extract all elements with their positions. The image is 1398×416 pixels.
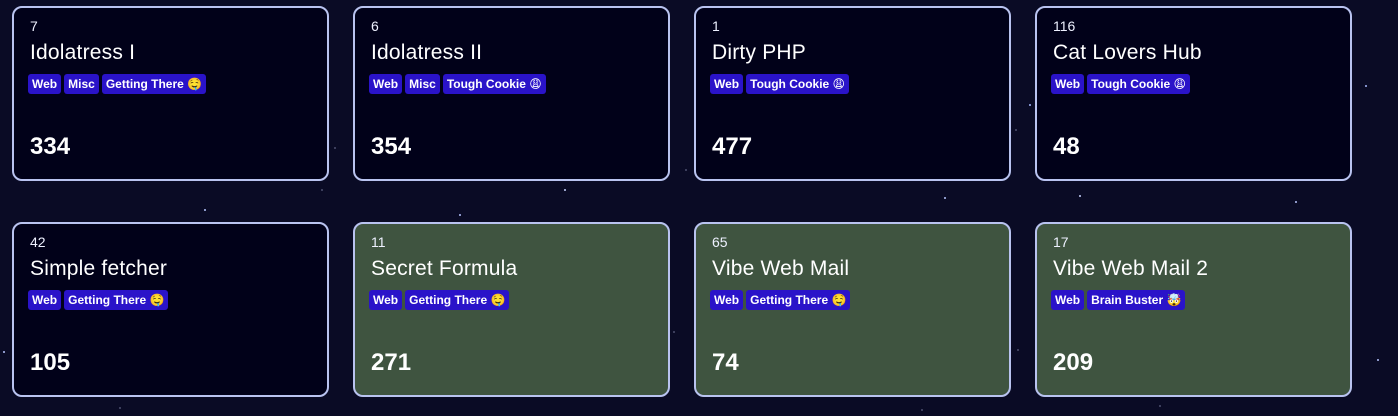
challenge-grid: 7 Idolatress I Web Misc Getting There 🤤 …	[12, 6, 1352, 397]
challenge-points: 334	[30, 133, 71, 160]
challenge-card-solved[interactable]: 11 Secret Formula Web Getting There 🤤 27…	[353, 222, 670, 397]
category-tag: Web	[369, 290, 403, 310]
difficulty-tag: Getting There 🤤	[64, 290, 169, 310]
challenge-card-solved[interactable]: 17 Vibe Web Mail 2 Web Brain Buster 🤯 20…	[1035, 222, 1352, 397]
challenge-title: Vibe Web Mail 2	[1053, 257, 1209, 280]
challenge-points: 48	[1053, 133, 1080, 160]
challenge-id: 6	[371, 18, 379, 34]
challenge-id: 65	[712, 234, 728, 250]
challenge-id: 116	[1053, 18, 1076, 34]
challenge-id: 42	[30, 234, 46, 250]
challenge-points: 271	[371, 349, 412, 376]
challenge-card[interactable]: 7 Idolatress I Web Misc Getting There 🤤 …	[12, 6, 329, 181]
category-tag: Web	[1051, 290, 1085, 310]
challenge-points: 74	[712, 349, 739, 376]
category-tag: Web	[710, 74, 744, 94]
tag-list: Web Getting There 🤤	[710, 290, 851, 310]
difficulty-tag: Brain Buster 🤯	[1087, 290, 1186, 310]
challenge-points: 209	[1053, 349, 1094, 376]
difficulty-tag: Tough Cookie 😩	[746, 74, 850, 94]
category-tag: Web	[28, 74, 62, 94]
challenge-card-solved[interactable]: 65 Vibe Web Mail Web Getting There 🤤 74	[694, 222, 1011, 397]
category-tag: Misc	[64, 74, 99, 94]
difficulty-tag: Tough Cookie 😩	[1087, 74, 1191, 94]
challenge-title: Dirty PHP	[712, 41, 806, 64]
difficulty-tag: Getting There 🤤	[101, 74, 207, 94]
tag-list: Web Brain Buster 🤯	[1051, 290, 1186, 310]
challenge-id: 7	[30, 18, 38, 34]
tag-list: Web Misc Tough Cookie 😩	[369, 74, 546, 94]
challenge-card[interactable]: 1 Dirty PHP Web Tough Cookie 😩 477	[694, 6, 1011, 181]
challenge-card[interactable]: 6 Idolatress II Web Misc Tough Cookie 😩 …	[353, 6, 670, 181]
challenge-title: Idolatress II	[371, 41, 483, 64]
difficulty-tag: Getting There 🤤	[405, 290, 510, 310]
tag-list: Web Getting There 🤤	[369, 290, 510, 310]
challenge-title: Secret Formula	[371, 257, 518, 280]
challenge-points: 105	[30, 349, 71, 376]
category-tag: Web	[369, 74, 403, 94]
category-tag: Web	[710, 290, 744, 310]
difficulty-tag: Tough Cookie 😩	[442, 74, 546, 94]
difficulty-tag: Getting There 🤤	[746, 290, 851, 310]
challenge-card[interactable]: 42 Simple fetcher Web Getting There 🤤 10…	[12, 222, 329, 397]
challenge-title: Vibe Web Mail	[712, 257, 850, 280]
challenge-points: 477	[712, 133, 753, 160]
category-tag: Web	[28, 290, 62, 310]
challenge-id: 1	[712, 18, 720, 34]
challenge-id: 17	[1053, 234, 1069, 250]
challenge-id: 11	[371, 234, 386, 250]
tag-list: Web Tough Cookie 😩	[710, 74, 850, 94]
tag-list: Web Getting There 🤤	[28, 290, 169, 310]
tag-list: Web Misc Getting There 🤤	[28, 74, 207, 94]
category-tag: Web	[1051, 74, 1085, 94]
challenge-title: Idolatress I	[30, 41, 136, 64]
category-tag: Misc	[405, 74, 440, 94]
challenge-card[interactable]: 116 Cat Lovers Hub Web Tough Cookie 😩 48	[1035, 6, 1352, 181]
challenge-points: 354	[371, 133, 412, 160]
challenge-title: Cat Lovers Hub	[1053, 41, 1202, 64]
tag-list: Web Tough Cookie 😩	[1051, 74, 1191, 94]
challenge-title: Simple fetcher	[30, 257, 168, 280]
